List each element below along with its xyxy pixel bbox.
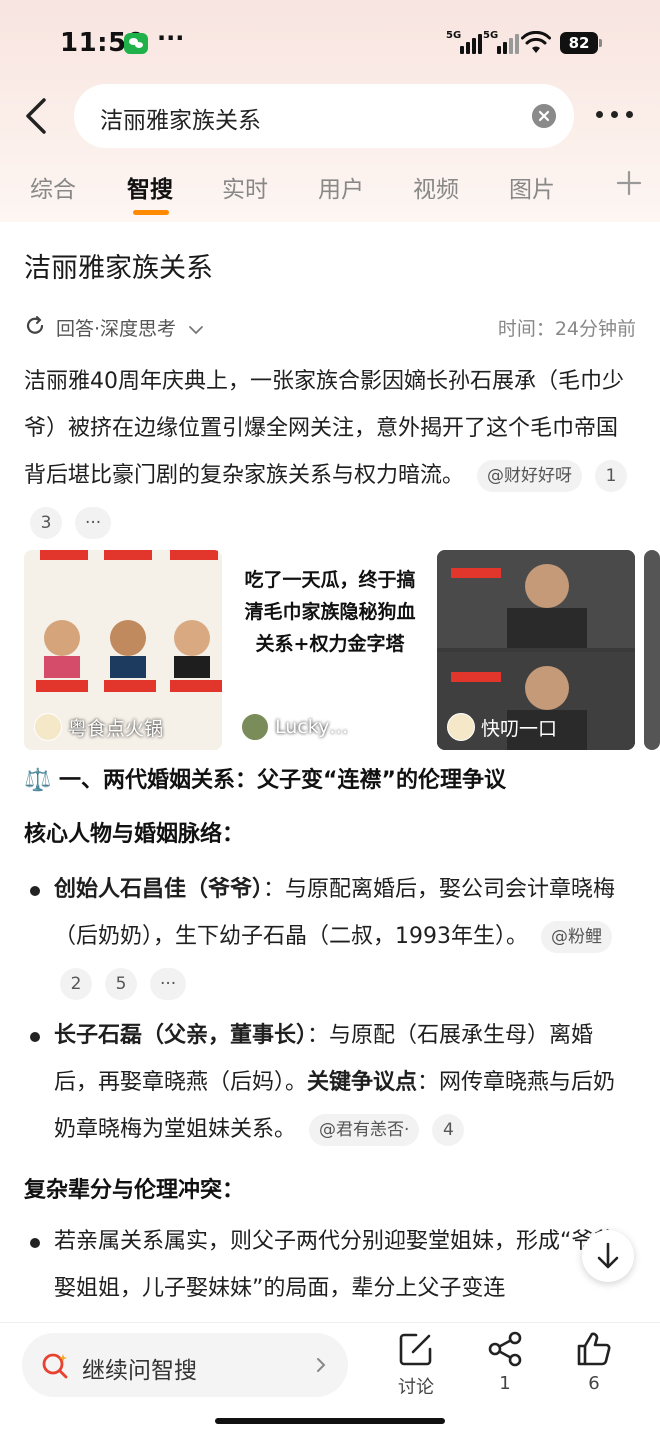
smart-search-icon: [42, 1353, 68, 1379]
tab-realtime[interactable]: 实时: [222, 170, 268, 204]
media-source-label: 快叨一口: [481, 717, 558, 740]
status-bar: 11:50 ··· 5G 5G 82: [0, 0, 660, 88]
search-tabs: 综合 智搜 实时 用户 视频 图片: [0, 168, 660, 218]
list-item: 创始人石昌佳（爷爷）：与原配离婚后，娶公司会计章晓梅（后奶奶），生下幼子石晶（二…: [54, 866, 636, 1007]
tab-comprehensive[interactable]: 综合: [30, 170, 76, 204]
refresh-icon: [26, 316, 44, 334]
edit-icon: [399, 1333, 432, 1366]
citation-chip[interactable]: 1: [595, 460, 628, 492]
tab-video[interactable]: 视频: [413, 170, 459, 204]
tab-smart-search[interactable]: 智搜: [127, 170, 173, 204]
source-chip[interactable]: @君有恙否·: [309, 1114, 420, 1146]
media-thumb[interactable]: 快叨一口: [437, 550, 635, 750]
bullet-dot: [30, 886, 40, 896]
ask-followup-button[interactable]: 继续问智搜: [22, 1333, 348, 1397]
like-button[interactable]: 6: [564, 1329, 624, 1409]
chevron-right-icon: [317, 1358, 326, 1372]
intro-paragraph: 洁丽雅40周年庆典上，一张家族合影因嫡长孙石展承（毛巾少爷）被挤在边缘位置引爆全…: [24, 358, 636, 546]
back-icon[interactable]: [20, 96, 56, 136]
ask-followup-label: 继续问智搜: [82, 1358, 197, 1384]
answer-title: 洁丽雅家族关系: [24, 253, 213, 284]
like-count: 6: [588, 1373, 600, 1394]
media-thumb[interactable]: [644, 550, 660, 750]
sub-heading: 复杂辈分与伦理冲突：: [24, 1178, 245, 1203]
status-more-dots: ···: [157, 24, 185, 52]
wechat-icon: [124, 33, 148, 54]
media-source-label: 粤食点火锅: [68, 717, 164, 740]
tab-images[interactable]: 图片: [509, 170, 555, 204]
answer-time: 时间：24分钟前: [497, 318, 636, 340]
sub-heading: 核心人物与婚姻脉络：: [24, 822, 245, 847]
tab-users[interactable]: 用户: [318, 170, 364, 204]
media-carousel: 粤食点火锅 吃了一天瓜，终于搞清毛巾家族隐秘狗血关系+权力金字塔 Lucky…: [24, 550, 660, 750]
home-indicator: [215, 1418, 445, 1424]
citation-chip[interactable]: 2: [60, 968, 92, 1000]
source-chip[interactable]: @财好好呀: [477, 460, 583, 492]
search-input[interactable]: 洁丽雅家族关系: [74, 84, 574, 148]
avatar: [241, 713, 269, 741]
share-button[interactable]: 1: [475, 1329, 535, 1409]
avatar: [34, 713, 62, 741]
answer-content: 洁丽雅家族关系 回答·深度思考 时间：24分钟前 洁丽雅40周年庆典上，一张家族…: [0, 222, 660, 1322]
media-source-label: Lucky…: [275, 716, 349, 738]
wifi-icon: [521, 31, 551, 53]
share-count: 1: [499, 1373, 511, 1394]
citation-chip[interactable]: 5: [105, 968, 137, 1000]
answer-mode-label[interactable]: 回答·深度思考: [56, 314, 204, 341]
discuss-label: 讨论: [398, 1377, 434, 1398]
bullet-dot: [30, 1238, 40, 1248]
more-citations-chip[interactable]: ···: [75, 507, 112, 539]
citation-chip[interactable]: 4: [432, 1114, 465, 1146]
chevron-down-icon: [189, 325, 203, 334]
citation-chip[interactable]: 3: [30, 507, 62, 539]
bullet-dot: [30, 1032, 40, 1042]
media-thumb[interactable]: 吃了一天瓜，终于搞清毛巾家族隐秘狗血关系+权力金字塔 Lucky…: [231, 550, 429, 750]
discuss-button[interactable]: 讨论: [386, 1329, 446, 1409]
answer-meta: 回答·深度思考 时间：24分钟前: [24, 312, 636, 342]
add-tab-icon[interactable]: [614, 168, 644, 198]
list-item: 长子石磊（父亲，董事长）：与原配（石展承生母）离婚后，再娶章晓燕（后妈）。关键争…: [54, 1012, 636, 1153]
section-heading: ⚖️ 一、两代婚姻关系：父子变“连襟”的伦理争议: [24, 768, 506, 793]
battery-indicator: 82: [560, 32, 602, 54]
avatar: [447, 713, 475, 741]
more-options-icon[interactable]: [594, 100, 636, 130]
arrow-down-icon: [597, 1242, 619, 1269]
thumbs-up-icon: [577, 1332, 611, 1366]
media-thumb[interactable]: 粤食点火锅: [24, 550, 222, 750]
share-icon: [488, 1331, 522, 1367]
list-item: 若亲属关系属实，则父子两代分别迎娶堂姐妹，形成“爷爷娶姐姐，儿子娶妹妹”的局面，…: [54, 1229, 616, 1301]
more-citations-chip[interactable]: ···: [150, 968, 187, 1000]
search-query[interactable]: 洁丽雅家族关系: [100, 101, 261, 135]
active-tab-indicator: [133, 210, 169, 215]
source-chip[interactable]: @粉鲤: [541, 921, 612, 953]
clear-search-icon[interactable]: [532, 104, 556, 128]
scroll-down-button[interactable]: [582, 1230, 634, 1282]
